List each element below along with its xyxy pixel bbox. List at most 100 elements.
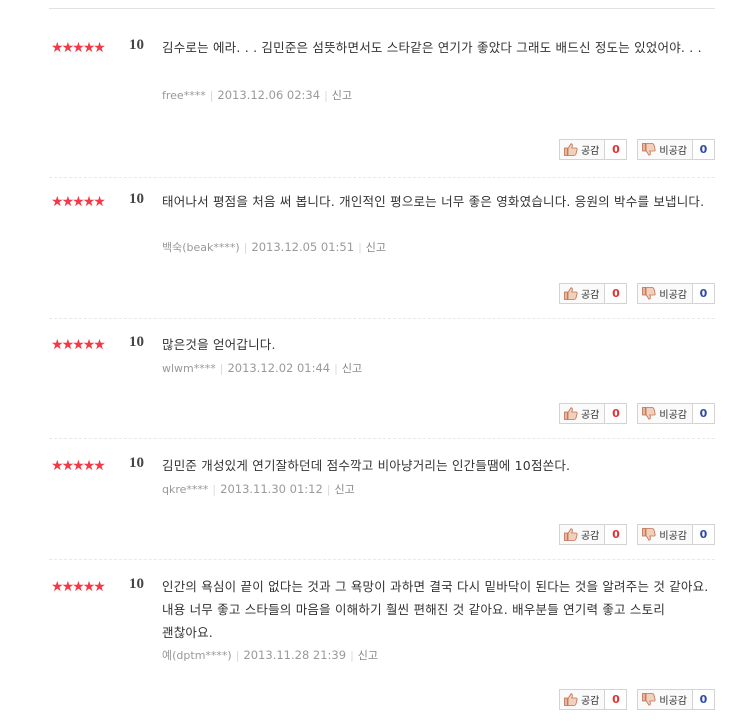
antipathy-label: 비공감 <box>659 290 687 301</box>
reviewer-id[interactable]: free**** <box>162 89 206 102</box>
meta-divider: | <box>219 362 224 375</box>
star-icon: ★ <box>72 40 84 56</box>
sympathy-button[interactable]: 공감 <box>558 139 606 160</box>
star-icon: ★ <box>61 579 74 595</box>
review-date: 2013.11.28 21:39 <box>243 648 347 662</box>
antipathy-button[interactable]: 비공감 <box>637 283 693 304</box>
list-top-divider <box>49 8 715 9</box>
thumbs-down-icon <box>642 528 656 541</box>
sympathy-label: 공감 <box>580 531 600 542</box>
vote-group: 공감 0 비공감 0 <box>558 283 715 304</box>
sympathy-label: 공감 <box>580 146 600 157</box>
star-icon: ★ <box>51 194 63 210</box>
rating-score: 10 <box>129 334 144 350</box>
review-item: ★★★★★ 10 김수로는 에라. . . 김민준은 섬뜻하면서도 스타같은 연… <box>49 37 715 178</box>
antipathy-button[interactable]: 비공감 <box>637 524 693 545</box>
star-icon: ★ <box>61 337 74 353</box>
meta-divider: | <box>212 483 217 496</box>
sympathy-count: 0 <box>605 139 628 160</box>
vote-group: 공감 0 비공감 0 <box>558 139 715 160</box>
antipathy-count: 0 <box>693 139 715 160</box>
thumbs-down-icon <box>642 407 656 420</box>
meta-divider: | <box>350 649 354 662</box>
review-meta: free**** | 2013.12.06 02:34 | 신고 <box>162 88 352 103</box>
report-link[interactable]: 신고 <box>335 483 355 496</box>
report-link[interactable]: 신고 <box>332 89 352 102</box>
review-meta: wlwm**** | 2013.12.02 01:44 | 신고 <box>162 361 362 376</box>
meta-divider: | <box>358 241 362 254</box>
rating-score: 10 <box>129 455 144 471</box>
sympathy-button[interactable]: 공감 <box>558 283 606 304</box>
review-date: 2013.12.06 02:34 <box>217 88 321 102</box>
sympathy-count: 0 <box>605 283 628 304</box>
rating-score: 10 <box>129 191 144 207</box>
reviewer-id[interactable]: 백숙(beak****) <box>162 241 240 254</box>
meta-divider: | <box>324 89 328 102</box>
antipathy-label: 비공감 <box>659 410 687 421</box>
review-comment: 태어나서 평점을 처음 써 봅니다. 개인적인 평으로는 너무 좋은 영화였습니… <box>162 194 705 209</box>
star-icon: ★ <box>93 194 105 210</box>
sympathy-button[interactable]: 공감 <box>558 524 606 545</box>
star-icon: ★ <box>72 458 84 474</box>
star-rating: ★★★★★ <box>51 334 106 353</box>
thumbs-up-icon <box>564 693 578 706</box>
reviewer-id[interactable]: qkre**** <box>162 483 208 496</box>
antipathy-count: 0 <box>693 689 715 710</box>
star-icon: ★ <box>82 579 95 595</box>
star-icon: ★ <box>93 40 105 56</box>
star-icon: ★ <box>82 458 95 474</box>
review-meta: qkre**** | 2013.11.30 01:12 | 신고 <box>162 482 355 497</box>
report-link[interactable]: 신고 <box>342 362 362 375</box>
reviewer-id[interactable]: wlwm**** <box>162 362 216 375</box>
thumbs-down-icon <box>642 287 656 300</box>
sympathy-button[interactable]: 공감 <box>558 689 606 710</box>
vote-group: 공감 0 비공감 0 <box>558 403 715 424</box>
star-icon: ★ <box>93 337 105 353</box>
antipathy-count: 0 <box>693 524 715 545</box>
antipathy-button[interactable]: 비공감 <box>637 689 693 710</box>
meta-divider: | <box>334 362 338 375</box>
sympathy-label: 공감 <box>580 696 600 707</box>
star-icon: ★ <box>82 194 95 210</box>
star-icon: ★ <box>82 40 95 56</box>
star-icon: ★ <box>72 579 84 595</box>
report-link[interactable]: 신고 <box>358 649 378 662</box>
review-date: 2013.12.05 01:51 <box>251 240 355 254</box>
meta-divider: | <box>326 483 331 496</box>
star-icon: ★ <box>61 40 74 56</box>
review-meta: 예(dptm****) | 2013.11.28 21:39 | 신고 <box>162 648 378 663</box>
sympathy-count: 0 <box>605 689 628 710</box>
star-icon: ★ <box>51 337 63 353</box>
reviewer-id[interactable]: 예(dptm****) <box>162 649 232 662</box>
star-icon: ★ <box>93 458 105 474</box>
sympathy-button[interactable]: 공감 <box>558 403 606 424</box>
meta-divider: | <box>243 241 248 254</box>
rating-score: 10 <box>129 576 144 592</box>
review-comment: 많은것을 얻어갑니다. <box>162 337 276 352</box>
thumbs-up-icon <box>564 407 578 420</box>
review-meta: 백숙(beak****) | 2013.12.05 01:51 | 신고 <box>162 240 386 255</box>
thumbs-down-icon <box>642 143 656 156</box>
star-rating: ★★★★★ <box>51 455 106 474</box>
star-rating: ★★★★★ <box>51 191 106 210</box>
review-comment: 김민준 개성있게 연기잘하던데 점수깍고 비아냥거리는 인간들땜에 10점쏜다. <box>162 458 571 473</box>
review-comment: 인간의 욕심이 끝이 없다는 것과 그 욕망이 과하면 결국 다시 밑바닥이 된… <box>162 579 709 640</box>
sympathy-count: 0 <box>605 524 628 545</box>
thumbs-up-icon <box>564 143 578 156</box>
report-link[interactable]: 신고 <box>366 241 386 254</box>
review-comment: 김수로는 에라. . . 김민준은 섬뜻하면서도 스타같은 연기가 좋았다 그래… <box>162 40 702 55</box>
antipathy-count: 0 <box>693 403 715 424</box>
rating-score: 10 <box>129 37 144 53</box>
meta-divider: | <box>209 89 214 102</box>
sympathy-count: 0 <box>605 403 628 424</box>
star-icon: ★ <box>72 194 84 210</box>
thumbs-up-icon <box>564 528 578 541</box>
antipathy-button[interactable]: 비공감 <box>637 403 693 424</box>
star-icon: ★ <box>61 194 74 210</box>
review-date: 2013.12.02 01:44 <box>227 361 331 375</box>
review-item: ★★★★★ 10 태어나서 평점을 처음 써 봅니다. 개인적인 평으로는 너무… <box>49 191 715 319</box>
antipathy-button[interactable]: 비공감 <box>637 139 693 160</box>
star-icon: ★ <box>72 337 84 353</box>
review-item: ★★★★★ 10 인간의 욕심이 끝이 없다는 것과 그 욕망이 과하면 결국 … <box>49 576 715 716</box>
star-icon: ★ <box>51 40 63 56</box>
